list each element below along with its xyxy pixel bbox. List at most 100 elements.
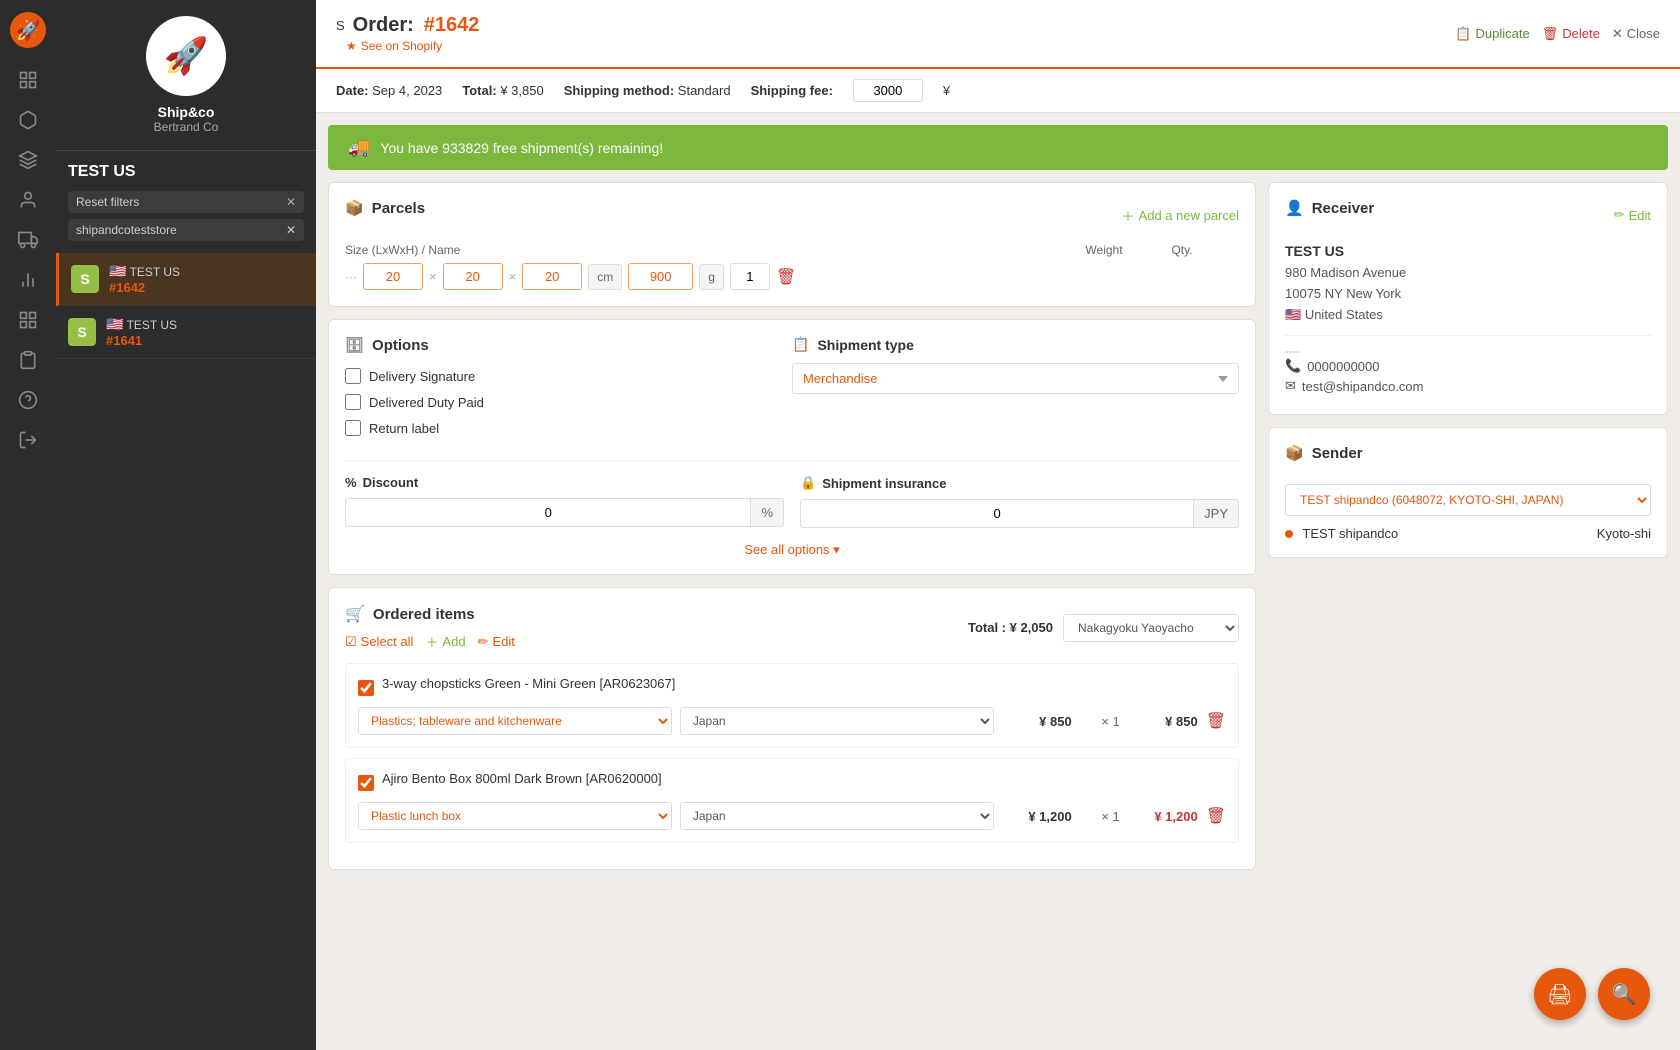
question-icon[interactable] xyxy=(12,384,44,416)
item-2-qty: × 1 xyxy=(1080,809,1120,824)
see-all-options-link[interactable]: See all options ▾ xyxy=(744,542,839,557)
delivery-signature-row: Delivery Signature xyxy=(345,368,792,384)
item-2-category-select[interactable]: Plastic lunch box xyxy=(358,802,672,830)
item-2-origin-select[interactable]: Japan xyxy=(680,802,994,830)
parcels-header: 📦 Parcels ＋ Add a new parcel xyxy=(345,199,1239,231)
sender-select[interactable]: TEST shipandco (6048072, KYOTO-SHI, JAPA… xyxy=(1285,484,1651,516)
order-item-1641[interactable]: S 🇺🇸 TEST US #1641 xyxy=(56,306,316,359)
parcel-dim3-input[interactable] xyxy=(522,263,582,290)
add-parcel-button[interactable]: ＋ Add a new parcel xyxy=(1122,206,1239,225)
order-item-num-2: #1641 xyxy=(106,333,304,348)
order-item-1642[interactable]: S 🇺🇸 TEST US #1642 xyxy=(56,253,316,306)
parcel-dim1-input[interactable] xyxy=(363,263,423,290)
delivered-duty-paid-checkbox[interactable] xyxy=(345,394,361,410)
grid2-icon[interactable] xyxy=(12,304,44,336)
layers-icon[interactable] xyxy=(12,144,44,176)
user-icon[interactable] xyxy=(12,184,44,216)
package-icon[interactable] xyxy=(12,104,44,136)
main-area: S Order: #1642 ★ See on Shopify 📋 Duplic… xyxy=(316,0,1680,1050)
edit-items-button[interactable]: ✏ Edit xyxy=(478,634,515,650)
shipment-type-select[interactable]: Merchandise Documents Gift Sample Other xyxy=(792,363,1239,394)
discount-col: % Discount % xyxy=(345,475,784,528)
sidebar: 🚀 xyxy=(0,0,56,1050)
duplicate-button[interactable]: 📋 Duplicate xyxy=(1455,26,1529,42)
free-shipments-banner: 🚚 You have 933829 free shipment(s) remai… xyxy=(328,125,1668,170)
item-1-category-select[interactable]: Plastics; tableware and kitchenware xyxy=(358,707,672,735)
parcel-qty-input[interactable] xyxy=(730,263,770,290)
item-2-price: ¥ 1,200 xyxy=(1002,809,1072,824)
app-logo[interactable]: 🚀 xyxy=(10,12,46,48)
items-total: Total : ¥ 2,050 xyxy=(968,620,1053,635)
delivered-duty-paid-row: Delivered Duty Paid xyxy=(345,394,792,410)
ordered-items-card: 🛒 Ordered items ☑ Select all ＋ Add xyxy=(328,587,1256,870)
options-card: 🗄 Options Delivery Signature Delivered D… xyxy=(328,319,1256,575)
parcel-dim2-input[interactable] xyxy=(443,263,503,290)
order-item-info: 🇺🇸 TEST US #1642 xyxy=(109,263,304,295)
close-button[interactable]: ✕ Close xyxy=(1612,26,1660,42)
discount-input-group: % xyxy=(345,498,784,527)
item-1-controls: Plastics; tableware and kitchenware Japa… xyxy=(358,707,1226,735)
ordered-item-row-1: 3-way chopsticks Green - Mini Green [AR0… xyxy=(345,663,1239,748)
location-select[interactable]: Nakagyoku Yaoyacho xyxy=(1063,614,1239,642)
receiver-contact: ---- 📞 0000000000 ✉ test@shipandco.com xyxy=(1285,335,1651,394)
item-1-origin-select[interactable]: Japan xyxy=(680,707,994,735)
company-header: 🚀 Ship&co Bertrand Co xyxy=(56,0,316,151)
sender-info: TEST shipandco Kyoto-shi xyxy=(1285,526,1651,541)
order-title: Order: #1642 xyxy=(353,14,480,37)
items-actions: ☑ Select all ＋ Add ✏ Edit xyxy=(345,632,515,651)
logout-icon[interactable] xyxy=(12,424,44,456)
parcels-card: 📦 Parcels ＋ Add a new parcel Size (LxWxH… xyxy=(328,182,1256,307)
reset-filters-tag[interactable]: Reset filters ✕ xyxy=(68,191,304,213)
receiver-edit-button[interactable]: ✏ Edit xyxy=(1614,207,1651,223)
return-label-row: Return label xyxy=(345,420,792,436)
reset-filters-x[interactable]: ✕ xyxy=(286,195,296,209)
delete-button[interactable]: 🗑 Delete xyxy=(1542,26,1600,42)
ordered-item-row-2: Ajiro Bento Box 800ml Dark Brown [AR0620… xyxy=(345,758,1239,843)
dim-unit: cm xyxy=(588,264,622,290)
shipping-fee-input[interactable] xyxy=(853,79,923,102)
store-filter-x[interactable]: ✕ xyxy=(286,223,296,237)
item-1-checkbox[interactable] xyxy=(358,680,374,696)
clipboard-icon[interactable] xyxy=(12,344,44,376)
item-2-checkbox[interactable] xyxy=(358,775,374,791)
print-button[interactable]: 🖨 xyxy=(1534,968,1586,1020)
discount-section: % Discount % 🔒 Shipment insuranc xyxy=(345,460,1239,528)
order-flag-2: 🇺🇸 xyxy=(106,316,123,332)
side-column: 👤 Receiver ✏ Edit TEST US 980 Madison Av… xyxy=(1268,182,1668,870)
return-label-checkbox[interactable] xyxy=(345,420,361,436)
delivery-signature-checkbox[interactable] xyxy=(345,368,361,384)
parcel-weight-input[interactable] xyxy=(628,263,693,290)
item-1-price: ¥ 850 xyxy=(1002,714,1072,729)
receiver-name: TEST US xyxy=(1285,243,1651,259)
order-item-name-2: 🇺🇸 TEST US xyxy=(106,316,304,333)
receiver-header: 👤 Receiver ✏ Edit xyxy=(1285,199,1651,231)
item-2-delete-button[interactable]: 🗑 xyxy=(1206,806,1226,826)
add-item-button[interactable]: ＋ Add xyxy=(425,632,465,651)
dashboard-icon[interactable] xyxy=(12,64,44,96)
content-grid: 📦 Parcels ＋ Add a new parcel Size (LxWxH… xyxy=(316,182,1680,882)
store-filter-tag[interactable]: shipandcoteststore ✕ xyxy=(68,219,304,241)
truck-icon[interactable] xyxy=(12,224,44,256)
search-button[interactable]: 🔍 xyxy=(1598,968,1650,1020)
order-item-name: 🇺🇸 TEST US xyxy=(109,263,304,280)
store-icon: S xyxy=(71,265,99,293)
order-item-num: #1642 xyxy=(109,280,304,295)
chart-icon[interactable] xyxy=(12,264,44,296)
select-all-button[interactable]: ☑ Select all xyxy=(345,634,413,650)
float-buttons: 🖨 🔍 xyxy=(1534,968,1650,1020)
discount-input[interactable] xyxy=(345,498,751,527)
see-shopify-link[interactable]: ★ See on Shopify xyxy=(346,39,479,53)
parcels-title: 📦 Parcels xyxy=(345,199,425,217)
options-grid: 🗄 Options Delivery Signature Delivered D… xyxy=(345,336,1239,446)
parcel-delete-button[interactable]: 🗑 xyxy=(776,267,796,287)
item-1-delete-button[interactable]: 🗑 xyxy=(1206,711,1226,731)
discount-unit: % xyxy=(751,498,784,527)
store-icon-2: S xyxy=(68,318,96,346)
company-avatar: 🚀 xyxy=(146,16,226,96)
item-1-total: ¥ 850 xyxy=(1128,714,1198,729)
item-2-name: Ajiro Bento Box 800ml Dark Brown [AR0620… xyxy=(382,771,662,786)
insurance-input[interactable] xyxy=(800,499,1194,528)
insurance-col: 🔒 Shipment insurance JPY xyxy=(800,475,1239,528)
receiver-dots: ---- xyxy=(1285,346,1651,358)
options-col-right: 📋 Shipment type Merchandise Documents Gi… xyxy=(792,336,1239,446)
